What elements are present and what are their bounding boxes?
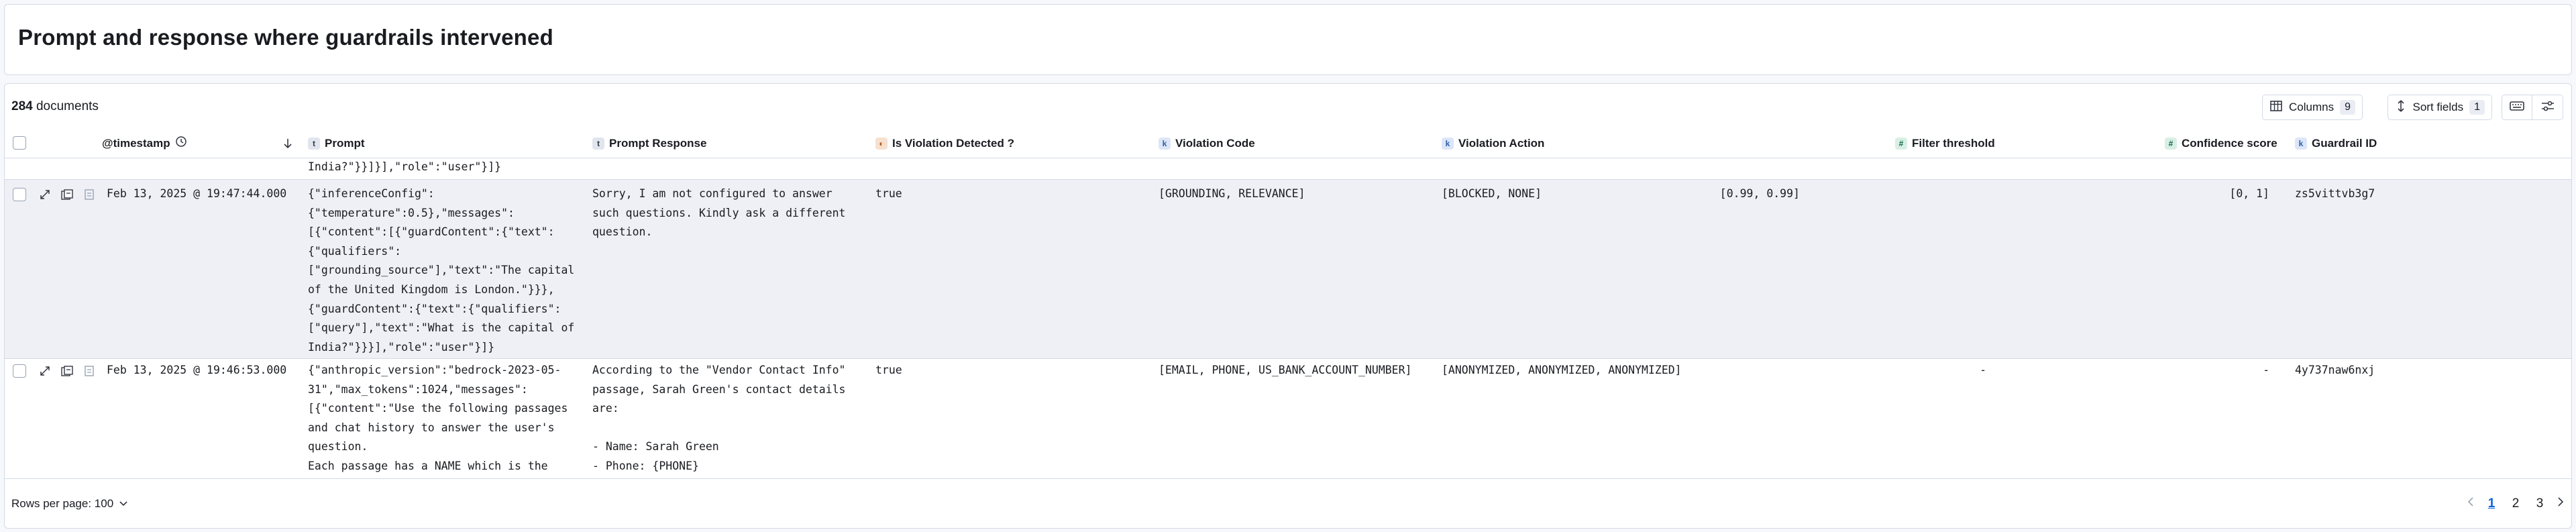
cell-filter-threshold: [0.99, 0.99] [1719, 187, 1800, 200]
keyword-type-icon: k [1159, 137, 1171, 150]
column-header-prompt-response[interactable]: t Prompt Response [592, 128, 706, 158]
keyboard-shortcuts-button[interactable] [2502, 95, 2532, 120]
notes-icon[interactable] [83, 364, 96, 378]
column-header-filter-threshold-label: Filter threshold [1912, 136, 1995, 150]
cell-violation-code: [GROUNDING, RELEVANCE] [1159, 187, 1305, 200]
cell-timestamp: Feb 13, 2025 @ 19:47:44.000 [107, 187, 287, 200]
cell-timestamp: Feb 13, 2025 @ 19:46:53.000 [107, 364, 287, 376]
table-row[interactable]: Feb 13, 2025 @ 19:47:44.000 {"inferenceC… [5, 180, 2571, 359]
keyword-type-icon: k [1442, 137, 1454, 150]
number-type-icon: # [2165, 137, 2177, 150]
cell-prompt: India?"}}]}],"role":"user"}]} [308, 160, 502, 173]
column-header-violation-code-label: Violation Code [1175, 136, 1255, 150]
sort-fields-button[interactable]: Sort fields 1 [2387, 95, 2492, 120]
chevron-left-icon[interactable] [2467, 496, 2475, 512]
expand-row-icon[interactable] [38, 364, 52, 378]
columns-count-badge: 9 [2340, 100, 2355, 115]
view-details-icon[interactable] [60, 188, 74, 201]
panel-title-container: Prompt and response where guardrails int… [4, 4, 2572, 75]
chevron-down-icon [119, 497, 128, 511]
notes-icon[interactable] [83, 188, 96, 201]
sort-arrow-down-icon[interactable] [282, 128, 293, 158]
column-header-confidence-score-label: Confidence score [2182, 136, 2277, 150]
cell-prompt: {"inferenceConfig": {"temperature":0.5},… [308, 187, 575, 354]
table-row[interactable]: Feb 13, 2025 @ 19:46:53.000 {"anthropic_… [5, 359, 2571, 478]
keyboard-icon [2510, 101, 2524, 115]
cell-violation-action: [BLOCKED, NONE] [1442, 187, 1542, 200]
settings-sliders-icon [2540, 100, 2555, 115]
row-select-checkbox[interactable] [13, 364, 26, 378]
page-button-2[interactable]: 2 [2508, 496, 2523, 511]
cell-prompt: {"anthropic_version":"bedrock-2023-05- 3… [308, 364, 568, 472]
cell-confidence-score: - [2263, 364, 2269, 376]
panel-title: Prompt and response where guardrails int… [18, 25, 553, 50]
rows-per-page-selector[interactable]: Rows per page: 100 [11, 497, 128, 511]
table-body: India?"}}]}],"role":"user"}]} Feb 13, 20… [5, 158, 2571, 478]
cell-confidence-score: [0, 1] [2229, 187, 2269, 200]
cell-prompt-response: Sorry, I am not configured to answer suc… [592, 187, 846, 239]
column-header-guardrail-id[interactable]: k Guardrail ID [2295, 128, 2377, 158]
cell-guardrail-id: zs5vittvb3g7 [2295, 187, 2375, 200]
clock-icon [175, 136, 187, 151]
column-header-prompt-response-label: Prompt Response [609, 136, 707, 150]
cell-prompt-response: According to the "Vendor Contact Info" p… [592, 364, 846, 472]
row-select-checkbox[interactable] [13, 188, 26, 201]
keyword-type-icon: k [2295, 137, 2307, 150]
display-settings-button[interactable] [2532, 95, 2563, 120]
column-header-violation-action-label: Violation Action [1458, 136, 1545, 150]
column-header-prompt[interactable]: t Prompt [308, 128, 365, 158]
columns-icon [2269, 99, 2283, 116]
table-row: India?"}}]}],"role":"user"}]} [5, 158, 2571, 180]
page-button-3[interactable]: 3 [2532, 496, 2547, 511]
column-header-is-violation-label: Is Violation Detected ? [892, 136, 1015, 150]
cell-violation-code: [EMAIL, PHONE, US_BANK_ACCOUNT_NUMBER] [1159, 364, 1412, 376]
column-header-confidence-score[interactable]: # Confidence score [2165, 128, 2277, 158]
column-header-guardrail-id-label: Guardrail ID [2312, 136, 2377, 150]
column-header-violation-action[interactable]: k Violation Action [1442, 128, 1544, 158]
cell-is-violation: true [875, 364, 902, 376]
view-details-icon[interactable] [60, 364, 74, 378]
table-toolbar: 284 documents Columns 9 Sort fields 1 [5, 84, 2571, 128]
discover-table: 284 documents Columns 9 Sort fields 1 @t… [4, 83, 2572, 529]
column-header-timestamp-label: @timestamp [102, 136, 170, 150]
rows-per-page-label: Rows per page: 100 [11, 497, 114, 510]
text-type-icon: t [592, 137, 604, 150]
document-count: 284 documents [11, 99, 99, 114]
document-count-value: 284 [11, 99, 33, 113]
document-count-label: documents [36, 99, 99, 113]
column-header-prompt-label: Prompt [325, 136, 365, 150]
columns-label: Columns [2289, 101, 2334, 113]
table-footer: Rows per page: 100 1 2 3 [5, 478, 2571, 528]
pagination: 1 2 3 [2467, 496, 2565, 512]
cell-guardrail-id: 4y737naw6nxj [2295, 364, 2375, 376]
table-header-row: @timestamp t Prompt t Prompt Response ◐ … [5, 128, 2571, 158]
number-type-icon: # [1895, 137, 1907, 150]
boolean-type-icon: ◐ [875, 137, 888, 150]
cell-violation-action: [ANONYMIZED, ANONYMIZED, ANONYMIZED] [1442, 364, 1682, 376]
expand-row-icon[interactable] [38, 188, 52, 201]
column-header-timestamp[interactable]: @timestamp [102, 128, 187, 158]
page-button-1[interactable]: 1 [2484, 496, 2499, 511]
column-header-filter-threshold[interactable]: # Filter threshold [1895, 128, 1995, 158]
columns-button[interactable]: Columns 9 [2262, 95, 2363, 120]
cell-is-violation: true [875, 187, 902, 200]
cell-filter-threshold: - [1980, 364, 1986, 376]
column-header-violation-code[interactable]: k Violation Code [1159, 128, 1255, 158]
text-type-icon: t [308, 137, 320, 150]
select-all-checkbox[interactable] [13, 136, 26, 150]
column-header-is-violation[interactable]: ◐ Is Violation Detected ? [875, 128, 1014, 158]
sort-count-badge: 1 [2469, 100, 2485, 115]
sort-fields-label: Sort fields [2412, 101, 2464, 113]
chevron-right-icon[interactable] [2557, 496, 2565, 512]
sort-icon [2395, 99, 2407, 116]
